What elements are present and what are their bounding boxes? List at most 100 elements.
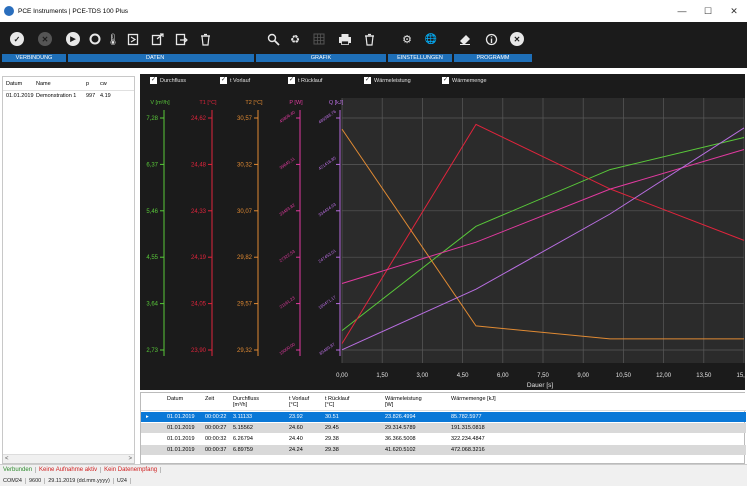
title-bar: PCE Instruments | PCE-TDS 100 Plus — ☐ ✕ — [0, 0, 747, 22]
delete-data-icon[interactable] — [198, 32, 212, 46]
table-cell: 29.45 — [325, 425, 339, 431]
column-header-name[interactable]: Name — [33, 81, 83, 87]
eraser-icon[interactable] — [458, 32, 472, 46]
status-bar: Verbunden Keine Aufnahme aktiv Kein Date… — [0, 464, 747, 475]
checkbox-t-ruecklauf[interactable]: ✓ t Rücklauf — [288, 77, 322, 84]
axis-title: T2 [°C] — [245, 100, 263, 106]
exit-program-icon[interactable]: ✕ — [510, 32, 524, 46]
axis-tick-label: 7,28 — [146, 116, 158, 122]
column-header[interactable]: Durchfluss [m³/h] — [233, 396, 259, 408]
checkbox-t-ruecklauf-label: t Rücklauf — [298, 77, 323, 84]
language-globe-icon[interactable]: 🌐 — [424, 32, 438, 46]
table-cell: 29.38 — [325, 436, 339, 442]
group-label-grafik: GRAFIK — [256, 54, 386, 62]
table-cell: 23.92 — [289, 414, 303, 420]
table-cell: 29.38 — [325, 447, 339, 453]
checkbox-waermemenge[interactable]: ✓ Wärmemenge — [442, 77, 487, 84]
record-icon[interactable] — [88, 32, 102, 46]
axis-tick-label: 45806,40 — [278, 109, 296, 124]
delete-graph-icon[interactable] — [362, 32, 376, 46]
minimize-button[interactable]: — — [669, 0, 695, 22]
scroll-left-arrow-icon[interactable]: < — [5, 456, 9, 462]
thermometer-icon[interactable]: 🌡 — [106, 32, 120, 46]
column-header-p[interactable]: p — [83, 81, 97, 87]
info-icon[interactable] — [484, 32, 498, 46]
item-date: 01.01.2019 — [6, 93, 34, 99]
load-data-icon[interactable] — [126, 32, 140, 46]
app-logo-icon — [4, 6, 14, 16]
settings-gear-icon[interactable]: ⚙ — [400, 32, 414, 46]
axis-title: P [W] — [289, 100, 303, 106]
axis-tick-label: 24,33 — [191, 209, 207, 215]
axis-tick-label: 29,57 — [237, 302, 253, 308]
table-cell: 191.315.0818 — [451, 425, 485, 431]
table-row[interactable]: ▸ 01.01.2019 00:00:22 3.11133 23.92 30.51 23.8… — [141, 412, 746, 422]
axis-tick-label: 24,62 — [191, 116, 207, 122]
column-header-cw[interactable]: cw — [97, 81, 123, 87]
checkbox-waermemenge-box[interactable]: ✓ — [442, 77, 449, 84]
disconnect-icon[interactable]: ✕ — [38, 32, 52, 46]
table-row[interactable]: 01.01.2019 00:00:27 5.15562 24.60 29.45 29.31… — [141, 423, 746, 433]
table-cell: 00:00:27 — [205, 425, 227, 431]
checkbox-t-ruecklauf-box[interactable]: ✓ — [288, 77, 295, 84]
scroll-right-arrow-icon[interactable]: > — [128, 456, 132, 462]
column-header[interactable]: Zeit — [205, 396, 214, 402]
maximize-button[interactable]: ☐ — [695, 0, 721, 22]
table-cell: 01.01.2019 — [167, 447, 195, 453]
checkbox-durchfluss-box[interactable]: ✓ — [150, 77, 157, 84]
import-data-icon[interactable] — [174, 32, 188, 46]
axis-tick-label: 23,90 — [191, 348, 207, 354]
checkbox-t-vorlauf[interactable]: ✓ t Vorlauf — [220, 77, 250, 84]
column-header-datum[interactable]: Datum — [3, 81, 33, 87]
item-name: Demonstration 1 — [36, 93, 77, 99]
table-cell: 24.24 — [289, 447, 303, 453]
axis-tick-label: 85489,87 — [318, 341, 336, 356]
close-button[interactable]: ✕ — [721, 0, 747, 22]
table-cell: 85.782.5977 — [451, 414, 482, 420]
status-data-reception: Kein Datenempfang — [101, 467, 162, 473]
axis-tick-label: 6,37 — [146, 162, 158, 168]
list-item[interactable]: 01.01.2019 Demonstration 1 997 4.19 — [3, 91, 134, 101]
zoom-icon[interactable] — [266, 32, 280, 46]
connect-check-icon[interactable]: ✓ — [10, 32, 24, 46]
x-axis-title: Dauer [s] — [527, 382, 554, 389]
measurement-list: Datum Name p cw 01.01.2019 Demonstration… — [2, 76, 135, 464]
table-cell: 00:00:37 — [205, 447, 227, 453]
x-tick-label: 15,00 — [736, 373, 745, 379]
x-tick-label: 6,00 — [497, 373, 509, 379]
checkbox-t-vorlauf-box[interactable]: ✓ — [220, 77, 227, 84]
grid-icon[interactable] — [312, 32, 326, 46]
x-tick-label: 3,00 — [417, 373, 429, 379]
export-data-icon[interactable] — [150, 32, 164, 46]
column-header[interactable]: t Vorlauf [°C] — [289, 396, 309, 408]
list-header: Datum Name p cw — [3, 77, 134, 91]
table-cell: 00:00:22 — [205, 414, 227, 420]
axis-title: Q [kJ] — [329, 100, 344, 106]
refresh-icon[interactable]: ♻ — [288, 32, 302, 46]
column-header[interactable]: Wärmeleistung [W] — [385, 396, 422, 408]
play-icon[interactable]: ▶ — [66, 32, 80, 46]
table-cell: 6.89759 — [233, 447, 253, 453]
column-header[interactable]: t Rücklauf [°C] — [325, 396, 349, 408]
axis-tick-label: 24,48 — [191, 162, 207, 168]
checkbox-durchfluss[interactable]: ✓ Durchfluss — [150, 77, 186, 84]
print-icon[interactable] — [338, 32, 352, 46]
line-chart[interactable]: 0,00 1,50 3,00 4,50 6,00 7,50 9,00 10,50 12,00 13… — [140, 88, 745, 390]
column-header[interactable]: Wärmemenge [kJ] — [451, 396, 496, 402]
column-header[interactable]: Datum — [167, 396, 183, 402]
table-header: Datum Zeit Durchfluss [m³/h] t Vorlauf [°C]… — [141, 393, 746, 411]
table-row[interactable]: 01.01.2019 00:00:32 6.26794 24.40 29.38 36.36… — [141, 434, 746, 444]
horizontal-scrollbar[interactable]: < > — [3, 454, 134, 463]
axis-title: T1 [°C] — [199, 100, 217, 106]
axis-tick-label: 15000,00 — [278, 341, 296, 356]
x-tick-label: 0,00 — [336, 373, 348, 379]
table-cell: 24.60 — [289, 425, 303, 431]
checkbox-waermeleistung[interactable]: ✓ Wärmeleistung — [364, 77, 411, 84]
table-cell: 30.51 — [325, 414, 339, 420]
checkbox-waermeleistung-box[interactable]: ✓ — [364, 77, 371, 84]
app-window: PCE Instruments | PCE-TDS 100 Plus — ☐ ✕… — [0, 0, 747, 486]
table-row[interactable]: 01.01.2019 00:00:37 6.89759 24.24 29.38 41.62… — [141, 445, 746, 455]
data-table: Datum Zeit Durchfluss [m³/h] t Vorlauf [°C]… — [140, 392, 746, 464]
axis-tick-label: 5,46 — [146, 209, 158, 215]
status-recording: Keine Aufnahme aktiv — [36, 467, 102, 473]
